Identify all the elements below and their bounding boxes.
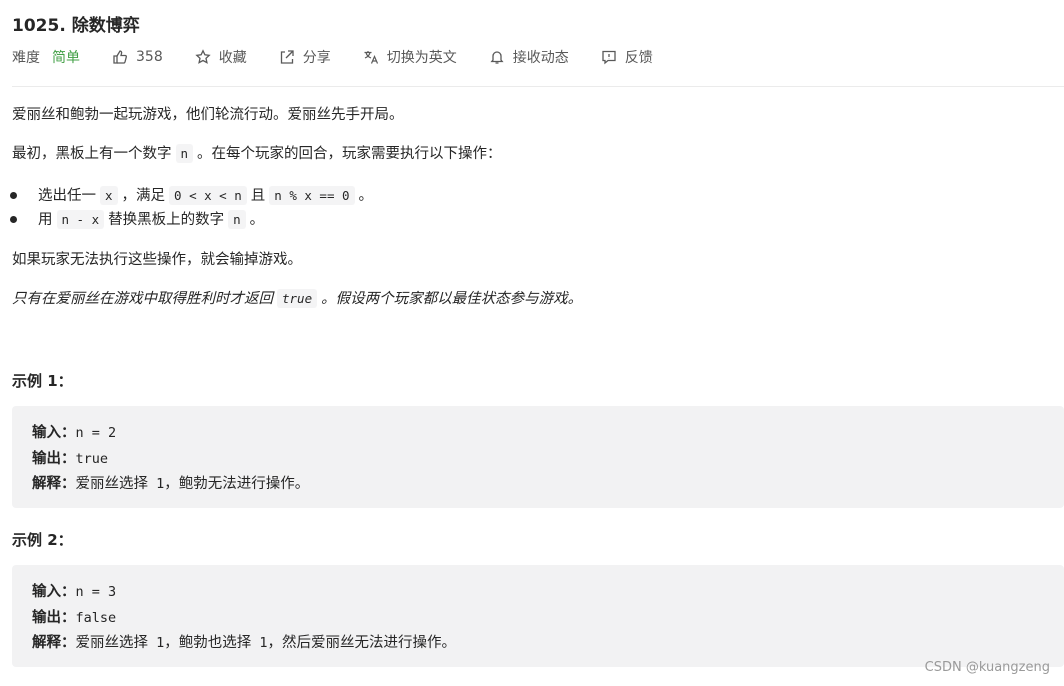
example-explain-line: 解释：爱丽丝选择 1，鲍勃也选择 1，然后爱丽丝无法进行操作。 bbox=[32, 631, 456, 652]
text: 且 bbox=[250, 188, 266, 204]
feedback-icon bbox=[602, 50, 616, 65]
inline-code: 0 < x < n bbox=[169, 186, 247, 205]
text: 替换黑板上的数字 bbox=[108, 212, 225, 228]
favorite-button[interactable]: 收藏 bbox=[195, 47, 247, 67]
example-input-line: 输入：n = 2 bbox=[32, 421, 116, 442]
favorite-label: 收藏 bbox=[218, 50, 247, 66]
text: ，满足 bbox=[121, 188, 166, 204]
example-input-line: 输入：n = 3 bbox=[32, 580, 116, 601]
explain-label: 解释： bbox=[32, 635, 76, 651]
example-explain-line: 解释：爱丽丝选择 1，鲍勃无法进行操作。 bbox=[32, 472, 309, 493]
explain-label: 解释： bbox=[32, 476, 76, 492]
example-2-box: 输入：n = 3 输出：false 解释：爱丽丝选择 1，鲍勃也选择 1，然后爱… bbox=[12, 565, 1064, 667]
difficulty-badge: 简单 bbox=[52, 50, 80, 66]
description-paragraph-2: 最初，黑板上有一个数字 n 。在每个玩家的回合，玩家需要执行以下操作： bbox=[12, 143, 502, 165]
text: 1 bbox=[148, 635, 165, 651]
inline-code: n bbox=[228, 210, 246, 229]
example-2-title: 示例 2： bbox=[12, 531, 73, 549]
text: 爱丽丝选择 bbox=[75, 635, 149, 651]
rules-list: 选出任一 x ，满足 0 < x < n且n % x == 0。 用n - x 替换黑板… bbox=[9, 184, 374, 232]
output-label: 输出： bbox=[32, 451, 76, 467]
text: 选出任一 bbox=[38, 188, 96, 204]
thumbs-up-icon bbox=[113, 50, 127, 64]
text: 1 bbox=[148, 476, 165, 492]
text: 。假设两个玩家都以最佳状态参与游戏。 bbox=[321, 291, 583, 307]
share-label: 分享 bbox=[302, 50, 331, 66]
problem-page: 1025. 除数博弈 难度 简单 358 收藏 分享 切换为英文 接收动态 反馈… bbox=[0, 0, 1064, 686]
text: 最初，黑板上有一个数字 bbox=[12, 146, 172, 162]
example-1-title: 示例 1： bbox=[12, 372, 73, 390]
notify-button[interactable]: 接收动态 bbox=[489, 47, 569, 67]
share-button[interactable]: 分享 bbox=[279, 47, 331, 67]
text: 。在每个玩家的回合，玩家需要执行以下操作： bbox=[197, 146, 502, 162]
inline-code: x bbox=[100, 186, 118, 205]
translate-icon bbox=[364, 51, 378, 64]
text: ，鲍勃也选择 bbox=[164, 635, 252, 651]
example-output-line: 输出：true bbox=[32, 447, 108, 468]
output-value: true bbox=[75, 451, 109, 467]
description-paragraph-3: 如果玩家无法执行这些操作，就会输掉游戏。 bbox=[12, 252, 302, 268]
input-value: n = 3 bbox=[75, 584, 117, 600]
text: ，鲍勃无法进行操作。 bbox=[164, 476, 310, 492]
text: 。 bbox=[358, 188, 374, 204]
text: 1 bbox=[251, 635, 268, 651]
text: ，然后爱丽丝无法进行操作。 bbox=[267, 635, 457, 651]
input-label: 输入： bbox=[32, 425, 76, 441]
notify-label: 接收动态 bbox=[512, 50, 569, 66]
text: 用 bbox=[38, 212, 53, 228]
like-count: 358 bbox=[136, 49, 163, 65]
inline-code: n bbox=[175, 144, 194, 163]
like-button[interactable]: 358 bbox=[112, 49, 163, 65]
list-item: 用n - x 替换黑板上的数字 n。 bbox=[9, 208, 373, 232]
text: 只有在爱丽丝在游戏中取得胜利时才返回 bbox=[12, 291, 273, 307]
feedback-label: 反馈 bbox=[624, 50, 653, 66]
description-paragraph-4: 只有在爱丽丝在游戏中取得胜利时才返回 true 。假设两个玩家都以最佳状态参与游戏。 bbox=[12, 288, 582, 310]
example-output-line: 输出：false bbox=[32, 606, 116, 627]
inline-code: true bbox=[277, 289, 318, 308]
share-icon bbox=[280, 50, 294, 64]
example-1-box: 输入：n = 2 输出：true 解释：爱丽丝选择 1，鲍勃无法进行操作。 bbox=[12, 406, 1064, 508]
watermark: CSDN @kuangzeng bbox=[924, 660, 1050, 675]
feedback-button[interactable]: 反馈 bbox=[601, 47, 653, 67]
output-label: 输出： bbox=[32, 610, 76, 626]
text: 。 bbox=[249, 212, 265, 228]
problem-title: 1025. 除数博弈 bbox=[12, 16, 140, 36]
inline-code: n % x == 0 bbox=[269, 186, 355, 205]
switch-language-label: 切换为英文 bbox=[386, 50, 457, 66]
difficulty-label: 难度 bbox=[12, 50, 40, 66]
description-paragraph-1: 爱丽丝和鲍勃一起玩游戏，他们轮流行动。爱丽丝先手开局。 bbox=[12, 107, 404, 123]
header-divider bbox=[12, 86, 1064, 87]
output-value: false bbox=[75, 610, 117, 626]
input-value: n = 2 bbox=[75, 425, 117, 441]
input-label: 输入： bbox=[32, 584, 76, 600]
inline-code: n - x bbox=[56, 210, 105, 229]
switch-language-button[interactable]: 切换为英文 bbox=[363, 47, 457, 67]
text: 爱丽丝选择 bbox=[75, 476, 149, 492]
list-item: 选出任一 x ，满足 0 < x < n且n % x == 0。 bbox=[9, 184, 374, 208]
bell-icon bbox=[490, 51, 504, 64]
problem-meta-bar: 难度 简单 358 收藏 分享 切换为英文 接收动态 反馈 bbox=[12, 46, 685, 68]
star-icon bbox=[195, 49, 211, 64]
